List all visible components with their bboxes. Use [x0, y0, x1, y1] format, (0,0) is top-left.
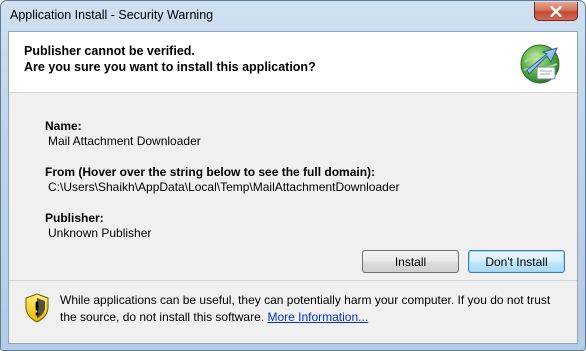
window-title: Application Install - Security Warning: [10, 8, 214, 22]
dialog-header: Publisher cannot be verified. Are you su…: [9, 32, 577, 93]
name-value: Mail Attachment Downloader: [48, 134, 201, 148]
dont-install-button[interactable]: Don't Install: [468, 250, 565, 273]
from-value[interactable]: C:\Users\Shaikh\AppData\Local\Temp\MailA…: [48, 180, 400, 194]
close-icon: [550, 5, 562, 17]
more-information-link[interactable]: More Information...: [267, 310, 368, 324]
security-warning-dialog: Application Install - Security Warning P…: [0, 0, 586, 351]
install-button[interactable]: Install: [362, 250, 459, 273]
title-bar[interactable]: Application Install - Security Warning: [1, 1, 585, 31]
publisher-warning-heading: Publisher cannot be verified.: [24, 44, 195, 58]
from-label: From (Hover over the string below to see…: [45, 165, 376, 179]
dialog-body: Publisher cannot be verified. Are you su…: [8, 31, 578, 344]
clickonce-install-icon: [520, 44, 560, 84]
publisher-value: Unknown Publisher: [48, 226, 152, 240]
warning-message: While applications can be useful, they c…: [60, 292, 565, 326]
publisher-label: Publisher:: [45, 211, 104, 225]
warning-footer: While applications can be useful, they c…: [9, 280, 577, 343]
name-label: Name:: [45, 119, 82, 133]
install-question-heading: Are you sure you want to install this ap…: [24, 60, 316, 74]
close-button[interactable]: [534, 2, 578, 21]
warning-shield-icon: [25, 293, 49, 323]
